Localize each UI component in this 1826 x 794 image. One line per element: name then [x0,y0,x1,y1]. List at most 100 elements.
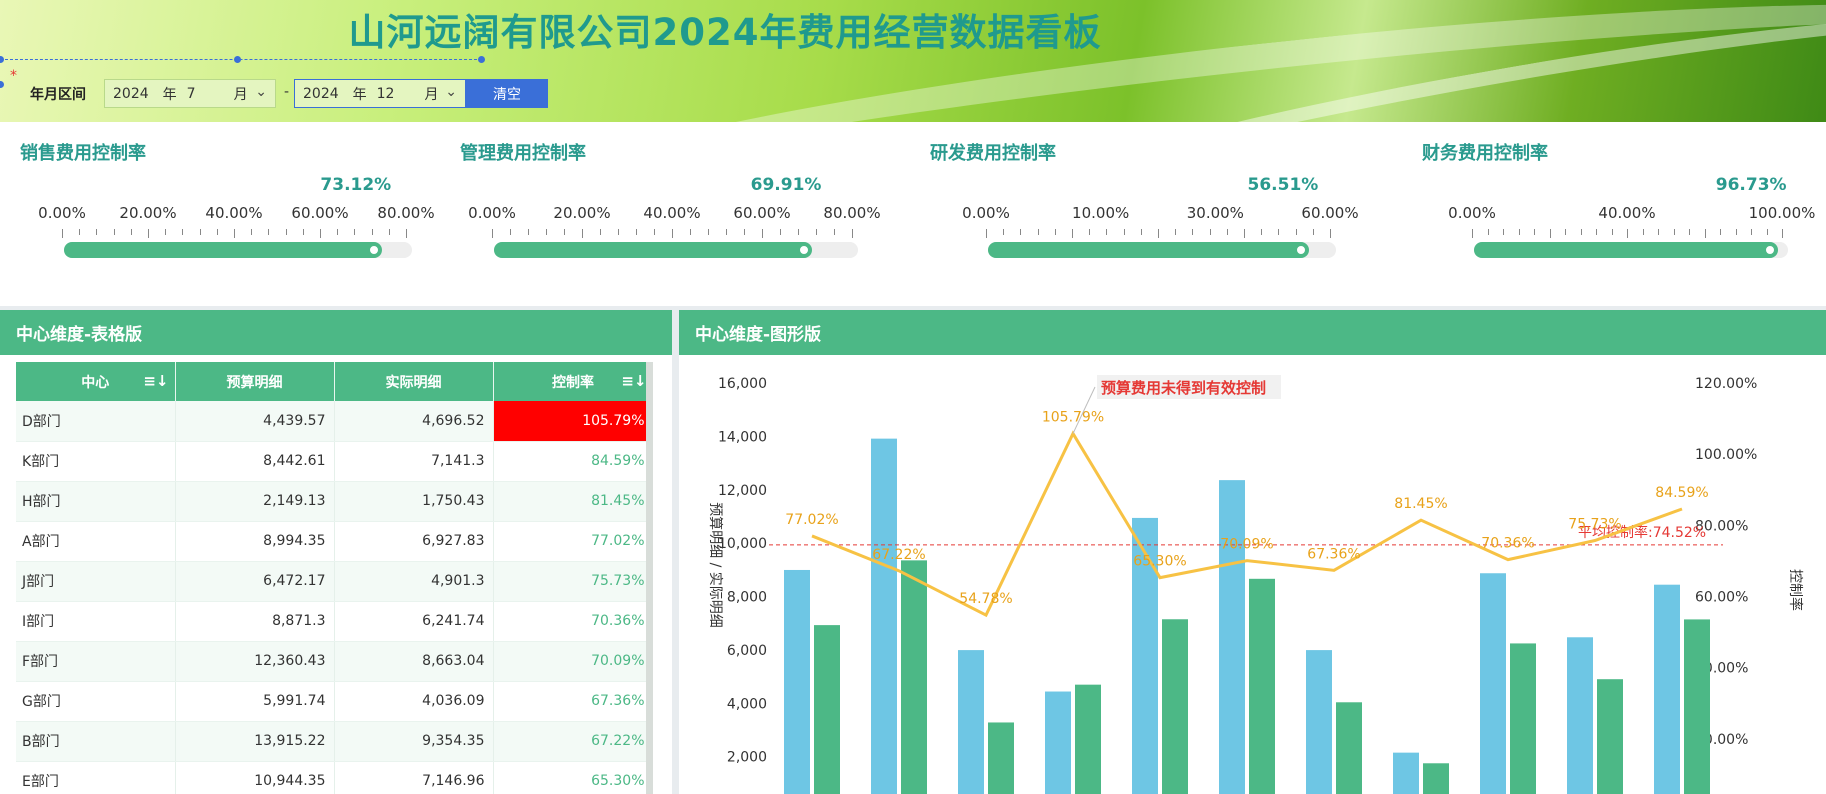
chart-panel: 中心维度-图形版 2,000 4,000 6,000 8,000 10,000 12,00… [679,310,1826,794]
kpi-axis-label: 60.00% [733,204,791,222]
cell-rate: 75.73% [493,561,653,602]
bar-actual[interactable] [1249,578,1275,794]
sort-icon[interactable]: ≡↓ [143,372,168,390]
bar-budget[interactable] [1654,584,1680,794]
table-row[interactable]: H部门 2,149.13 1,750.43 81.45% [16,481,653,522]
column-header-actual[interactable]: 实际明细 [334,362,494,401]
cell-center: J部门 [16,561,176,602]
cell-budget: 6,472.17 [175,561,335,602]
kpi-axis-tick [1209,229,1211,235]
y2-axis-title: 控制率 [1787,569,1804,611]
month-unit: 月 [424,86,439,103]
cell-center: D部门 [16,401,176,442]
bar-actual[interactable] [1510,643,1536,794]
start-month-picker[interactable]: 2024 年 7 月 ⌄ [104,79,276,108]
rate-data-label: 70.36% [1481,536,1534,552]
year-unit: 年 [352,86,367,103]
kpi-axis-tick [1330,229,1331,238]
kpi-progress-knob[interactable] [1763,244,1776,256]
kpi-strip: 销售费用控制率 73.12% 0.00% 20.00% 40.00% 60.00% 80.0… [0,122,1826,306]
kpi-axis-tick [148,229,149,238]
column-header-rate[interactable]: 控制率 ≡↓ [493,362,653,401]
table-scrollbar[interactable] [646,362,653,794]
kpi-axis-tick [528,229,529,235]
chevron-down-icon[interactable]: ⌄ [255,84,267,100]
panel-title: 中心维度-表格版 [0,310,672,355]
table-row[interactable]: F部门 12,360.43 8,663.04 70.09% [16,641,653,682]
kpi-axis-tick [96,229,98,235]
kpi-axis-tick [1158,229,1159,238]
bar-actual[interactable] [1423,763,1449,794]
bar-actual[interactable] [1162,619,1188,794]
column-header-budget[interactable]: 预算明细 [175,362,335,401]
bar-actual[interactable] [814,625,840,794]
bar-budget[interactable] [871,438,897,794]
bar-actual[interactable] [1684,619,1710,794]
range-separator: - [284,84,290,100]
kpi-axis-label: 0.00% [962,204,1010,222]
bar-budget[interactable] [958,650,984,794]
selection-handle[interactable] [478,56,485,63]
bar-budget[interactable] [1393,752,1419,794]
kpi-axis-label: 60.00% [291,204,349,222]
bar-budget[interactable] [1567,637,1593,794]
cell-actual: 9,354.35 [334,721,494,762]
end-month-picker[interactable]: 2024 年 12 月 ⌄ [294,79,466,108]
bar-budget[interactable] [1219,480,1245,794]
cell-center: E部门 [16,761,176,794]
table-row[interactable]: G部门 5,991.74 4,036.09 67.36% [16,681,653,722]
kpi-axis-tick [1037,229,1039,235]
y-axis-tick-label: 10,000 [718,536,767,552]
kpi-axis-tick [1704,229,1706,238]
bar-budget[interactable] [1306,650,1332,794]
table-row[interactable]: B部门 13,915.22 9,354.35 67.22% [16,721,653,762]
chevron-down-icon[interactable]: ⌄ [445,84,457,100]
kpi-axis-tick [1596,229,1597,235]
bar-actual[interactable] [1597,679,1623,794]
cell-center: H部门 [16,481,176,522]
sort-icon[interactable]: ≡↓ [621,372,646,390]
bar-budget[interactable] [1045,691,1071,794]
table-row[interactable]: J部门 6,472.17 4,901.3 75.73% [16,561,653,602]
kpi-progress-knob[interactable] [368,244,381,256]
cell-center: B部门 [16,721,176,762]
kpi-axis-tick [762,229,763,238]
bar-actual[interactable] [901,560,927,794]
cell-actual: 4,696.52 [334,401,494,442]
selection-handle[interactable] [234,56,241,63]
clear-button[interactable]: 清空 [466,79,548,108]
y-axis-tick-label: 4,000 [727,696,767,712]
kpi-axis-tick [1175,229,1177,235]
end-year: 2024 [303,85,339,102]
table-row[interactable]: K部门 8,442.61 7,141.3 84.59% [16,441,653,482]
rate-data-label: 81.45% [1394,496,1447,512]
rate-data-label: 70.09% [1220,537,1273,553]
column-header-center[interactable]: 中心 ≡↓ [16,362,176,401]
kpi-axis-tick [1312,229,1314,235]
kpi-axis-tick [798,229,799,235]
bar-actual[interactable] [1075,684,1101,794]
kpi-progress-fill [1474,242,1778,258]
table-row[interactable]: A部门 8,994.35 6,927.83 77.02% [16,521,653,562]
cell-rate: 70.09% [493,641,653,682]
bar-budget[interactable] [784,569,810,794]
cell-center: G部门 [16,681,176,722]
table-row[interactable]: I部门 8,871.3 6,241.74 70.36% [16,601,653,642]
kpi-axis-tick [285,229,287,235]
bar-actual[interactable] [1336,702,1362,794]
kpi-axis-tick [1503,229,1504,235]
kpi-axis-tick [182,229,184,235]
kpi-progress-fill [494,242,813,258]
selection-handle[interactable] [0,81,4,88]
bar-budget[interactable] [1480,573,1506,794]
kpi-value: 69.91% [750,175,822,195]
table-row[interactable]: D部门 4,439.57 4,696.52 105.79% [16,401,653,442]
cell-actual: 7,141.3 [334,441,494,482]
kpi-axis [62,229,407,239]
kpi-axis-tick [1611,229,1613,235]
kpi-axis-tick [600,229,601,235]
bar-actual[interactable] [988,722,1014,794]
kpi-value: 56.51% [1247,175,1319,195]
table-row[interactable]: E部门 10,944.35 7,146.96 65.30% [16,761,653,794]
selection-handle[interactable] [0,56,4,63]
